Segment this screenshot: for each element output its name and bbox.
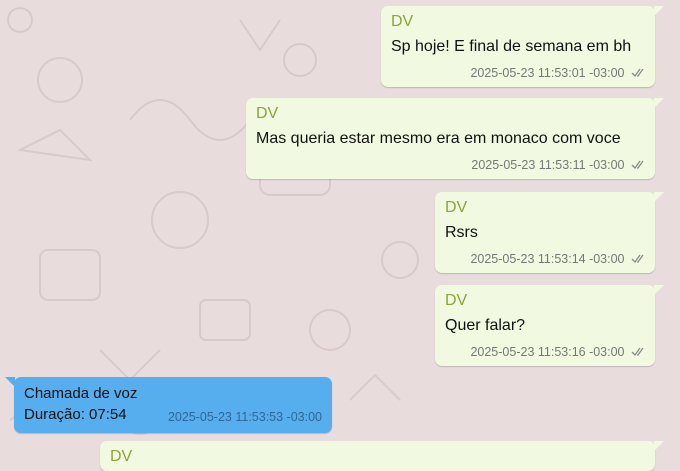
message-meta: 2025-05-23 11:53:11 -03:00 bbox=[471, 158, 645, 173]
message-bubble-partial[interactable]: DV bbox=[100, 441, 664, 471]
message-meta: 2025-05-23 11:53:16 -03:00 bbox=[470, 345, 645, 360]
call-title: Chamada de voz bbox=[24, 385, 138, 402]
sender-name: DV bbox=[110, 448, 133, 465]
double-check-icon bbox=[631, 159, 645, 173]
message-bubble[interactable]: DV Quer falar? 2025-05-23 11:53:16 -03:0… bbox=[435, 285, 664, 366]
double-check-icon bbox=[631, 67, 645, 81]
sender-name: DV bbox=[256, 105, 279, 122]
message-bubble[interactable]: DV Mas queria estar mesmo era em monaco … bbox=[246, 98, 664, 179]
sender-name: DV bbox=[445, 292, 468, 309]
message-meta: 2025-05-23 11:53:14 -03:00 bbox=[470, 252, 645, 267]
double-check-icon bbox=[631, 253, 645, 267]
message-timestamp: 2025-05-23 11:53:11 -03:00 bbox=[471, 158, 625, 172]
call-duration: Duração: 07:54 bbox=[24, 406, 127, 423]
message-text: Rsrs bbox=[445, 224, 478, 241]
message-text: Sp hoje! E final de semana em bh bbox=[391, 38, 632, 55]
message-text: Mas queria estar mesmo era em monaco com… bbox=[256, 130, 621, 147]
call-timestamp: 2025-05-23 11:53:53 -03:00 bbox=[167, 410, 322, 424]
message-bubble[interactable]: DV Rsrs 2025-05-23 11:53:14 -03:00 bbox=[435, 192, 664, 273]
message-timestamp: 2025-05-23 11:53:14 -03:00 bbox=[470, 252, 625, 266]
message-timestamp: 2025-05-23 11:53:16 -03:00 bbox=[470, 345, 625, 359]
sender-name: DV bbox=[445, 199, 468, 216]
message-timestamp: 2025-05-23 11:53:01 -03:00 bbox=[470, 66, 625, 80]
message-text: Quer falar? bbox=[445, 317, 526, 334]
message-meta: 2025-05-23 11:53:01 -03:00 bbox=[470, 66, 645, 81]
double-check-icon bbox=[631, 346, 645, 360]
voice-call-bubble[interactable]: Chamada de voz Duração: 07:54 2025-05-23… bbox=[5, 377, 332, 433]
sender-name: DV bbox=[391, 13, 414, 30]
message-bubble[interactable]: DV Sp hoje! E final de semana em bh 2025… bbox=[381, 6, 664, 87]
